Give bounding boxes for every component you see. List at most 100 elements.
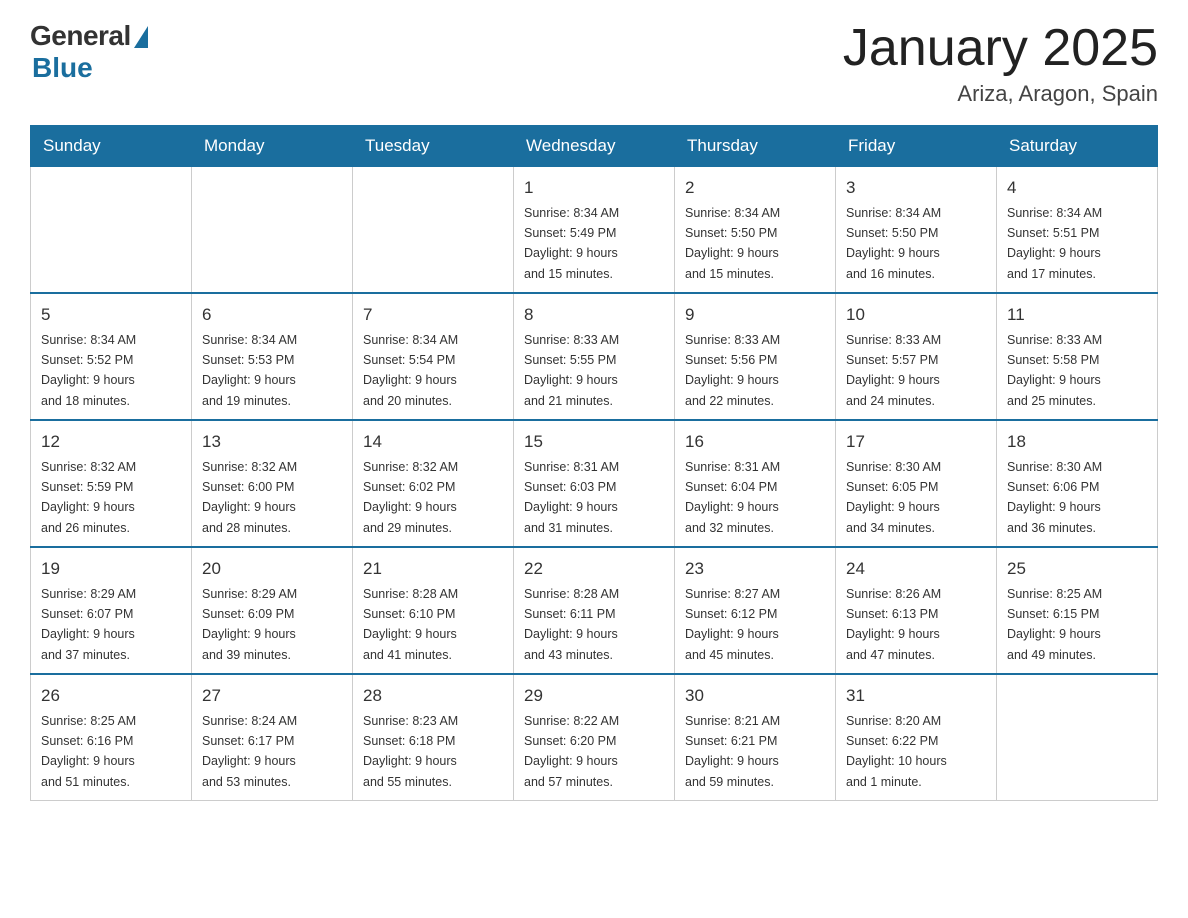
day-info: Sunrise: 8:34 AMSunset: 5:50 PMDaylight:… [685,206,780,281]
day-info: Sunrise: 8:33 AMSunset: 5:58 PMDaylight:… [1007,333,1102,408]
day-info: Sunrise: 8:25 AMSunset: 6:15 PMDaylight:… [1007,587,1102,662]
day-info: Sunrise: 8:34 AMSunset: 5:51 PMDaylight:… [1007,206,1102,281]
day-number: 14 [363,429,503,455]
day-number: 25 [1007,556,1147,582]
day-number: 12 [41,429,181,455]
day-info: Sunrise: 8:22 AMSunset: 6:20 PMDaylight:… [524,714,619,789]
day-info: Sunrise: 8:34 AMSunset: 5:50 PMDaylight:… [846,206,941,281]
logo-general-text: General [30,20,131,52]
calendar-cell: 1 Sunrise: 8:34 AMSunset: 5:49 PMDaylight… [514,167,675,294]
calendar-cell: 9Sunrise: 8:33 AMSunset: 5:56 PMDaylight… [675,293,836,420]
day-info: Sunrise: 8:27 AMSunset: 6:12 PMDaylight:… [685,587,780,662]
calendar-table: SundayMondayTuesdayWednesdayThursdayFrid… [30,125,1158,801]
day-info: Sunrise: 8:21 AMSunset: 6:21 PMDaylight:… [685,714,780,789]
calendar-cell: 18 Sunrise: 8:30 AMSunset: 6:06 PMDayligh… [997,420,1158,547]
calendar-cell: 5Sunrise: 8:34 AMSunset: 5:52 PMDaylight… [31,293,192,420]
day-number: 16 [685,429,825,455]
day-number: 21 [363,556,503,582]
day-number: 30 [685,683,825,709]
day-number: 11 [1007,302,1147,328]
day-number: 19 [41,556,181,582]
calendar-week-row: 12 Sunrise: 8:32 AMSunset: 5:59 PMDayligh… [31,420,1158,547]
calendar-cell: 26 Sunrise: 8:25 AMSunset: 6:16 PMDayligh… [31,674,192,801]
calendar-cell [31,167,192,294]
day-info: Sunrise: 8:32 AMSunset: 5:59 PMDaylight:… [41,460,136,535]
calendar-day-header: Wednesday [514,126,675,167]
day-number: 26 [41,683,181,709]
calendar-cell: 13Sunrise: 8:32 AMSunset: 6:00 PMDayligh… [192,420,353,547]
day-number: 4 [1007,175,1147,201]
page-header: General Blue January 2025 Ariza, Aragon,… [30,20,1158,107]
day-info: Sunrise: 8:29 AMSunset: 6:07 PMDaylight:… [41,587,136,662]
calendar-cell: 11 Sunrise: 8:33 AMSunset: 5:58 PMDayligh… [997,293,1158,420]
location-text: Ariza, Aragon, Spain [843,81,1158,107]
day-number: 20 [202,556,342,582]
calendar-week-row: 5Sunrise: 8:34 AMSunset: 5:52 PMDaylight… [31,293,1158,420]
calendar-cell: 16 Sunrise: 8:31 AMSunset: 6:04 PMDayligh… [675,420,836,547]
calendar-cell: 3 Sunrise: 8:34 AMSunset: 5:50 PMDaylight… [836,167,997,294]
day-number: 3 [846,175,986,201]
calendar-cell: 12 Sunrise: 8:32 AMSunset: 5:59 PMDayligh… [31,420,192,547]
calendar-cell [353,167,514,294]
calendar-header-row: SundayMondayTuesdayWednesdayThursdayFrid… [31,126,1158,167]
day-number: 8 [524,302,664,328]
calendar-cell: 14 Sunrise: 8:32 AMSunset: 6:02 PMDayligh… [353,420,514,547]
day-number: 15 [524,429,664,455]
calendar-day-header: Tuesday [353,126,514,167]
title-section: January 2025 Ariza, Aragon, Spain [843,20,1158,107]
day-number: 29 [524,683,664,709]
calendar-cell: 30 Sunrise: 8:21 AMSunset: 6:21 PMDayligh… [675,674,836,801]
day-number: 17 [846,429,986,455]
calendar-day-header: Saturday [997,126,1158,167]
calendar-cell: 2Sunrise: 8:34 AMSunset: 5:50 PMDaylight… [675,167,836,294]
day-info: Sunrise: 8:30 AMSunset: 6:05 PMDaylight:… [846,460,941,535]
month-title: January 2025 [843,20,1158,77]
day-number: 24 [846,556,986,582]
logo-blue-text: Blue [32,52,93,84]
day-info: Sunrise: 8:33 AMSunset: 5:55 PMDaylight:… [524,333,619,408]
day-info: Sunrise: 8:33 AMSunset: 5:57 PMDaylight:… [846,333,941,408]
calendar-cell: 28Sunrise: 8:23 AMSunset: 6:18 PMDayligh… [353,674,514,801]
day-number: 7 [363,302,503,328]
day-number: 27 [202,683,342,709]
calendar-cell: 17 Sunrise: 8:30 AMSunset: 6:05 PMDayligh… [836,420,997,547]
calendar-cell: 15 Sunrise: 8:31 AMSunset: 6:03 PMDayligh… [514,420,675,547]
calendar-cell: 23 Sunrise: 8:27 AMSunset: 6:12 PMDayligh… [675,547,836,674]
calendar-cell [997,674,1158,801]
calendar-week-row: 1 Sunrise: 8:34 AMSunset: 5:49 PMDaylight… [31,167,1158,294]
day-number: 31 [846,683,986,709]
day-info: Sunrise: 8:34 AMSunset: 5:52 PMDaylight:… [41,333,136,408]
day-info: Sunrise: 8:29 AMSunset: 6:09 PMDaylight:… [202,587,297,662]
calendar-cell: 19 Sunrise: 8:29 AMSunset: 6:07 PMDayligh… [31,547,192,674]
calendar-cell: 7Sunrise: 8:34 AMSunset: 5:54 PMDaylight… [353,293,514,420]
calendar-day-header: Sunday [31,126,192,167]
day-number: 1 [524,175,664,201]
calendar-cell: 6Sunrise: 8:34 AMSunset: 5:53 PMDaylight… [192,293,353,420]
day-number: 18 [1007,429,1147,455]
day-info: Sunrise: 8:28 AMSunset: 6:11 PMDaylight:… [524,587,619,662]
logo: General Blue [30,20,148,84]
day-info: Sunrise: 8:31 AMSunset: 6:03 PMDaylight:… [524,460,619,535]
day-number: 28 [363,683,503,709]
calendar-cell: 20 Sunrise: 8:29 AMSunset: 6:09 PMDayligh… [192,547,353,674]
calendar-week-row: 26 Sunrise: 8:25 AMSunset: 6:16 PMDayligh… [31,674,1158,801]
day-info: Sunrise: 8:20 AMSunset: 6:22 PMDaylight:… [846,714,947,789]
day-number: 23 [685,556,825,582]
day-number: 6 [202,302,342,328]
day-info: Sunrise: 8:25 AMSunset: 6:16 PMDaylight:… [41,714,136,789]
day-info: Sunrise: 8:30 AMSunset: 6:06 PMDaylight:… [1007,460,1102,535]
calendar-day-header: Thursday [675,126,836,167]
calendar-cell: 24Sunrise: 8:26 AMSunset: 6:13 PMDayligh… [836,547,997,674]
calendar-cell: 25 Sunrise: 8:25 AMSunset: 6:15 PMDayligh… [997,547,1158,674]
day-info: Sunrise: 8:28 AMSunset: 6:10 PMDaylight:… [363,587,458,662]
day-info: Sunrise: 8:32 AMSunset: 6:02 PMDaylight:… [363,460,458,535]
day-info: Sunrise: 8:33 AMSunset: 5:56 PMDaylight:… [685,333,780,408]
calendar-week-row: 19 Sunrise: 8:29 AMSunset: 6:07 PMDayligh… [31,547,1158,674]
calendar-cell: 31 Sunrise: 8:20 AMSunset: 6:22 PMDayligh… [836,674,997,801]
day-info: Sunrise: 8:34 AMSunset: 5:49 PMDaylight:… [524,206,619,281]
day-info: Sunrise: 8:32 AMSunset: 6:00 PMDaylight:… [202,460,297,535]
calendar-day-header: Friday [836,126,997,167]
day-number: 22 [524,556,664,582]
calendar-cell: 29 Sunrise: 8:22 AMSunset: 6:20 PMDayligh… [514,674,675,801]
day-info: Sunrise: 8:31 AMSunset: 6:04 PMDaylight:… [685,460,780,535]
